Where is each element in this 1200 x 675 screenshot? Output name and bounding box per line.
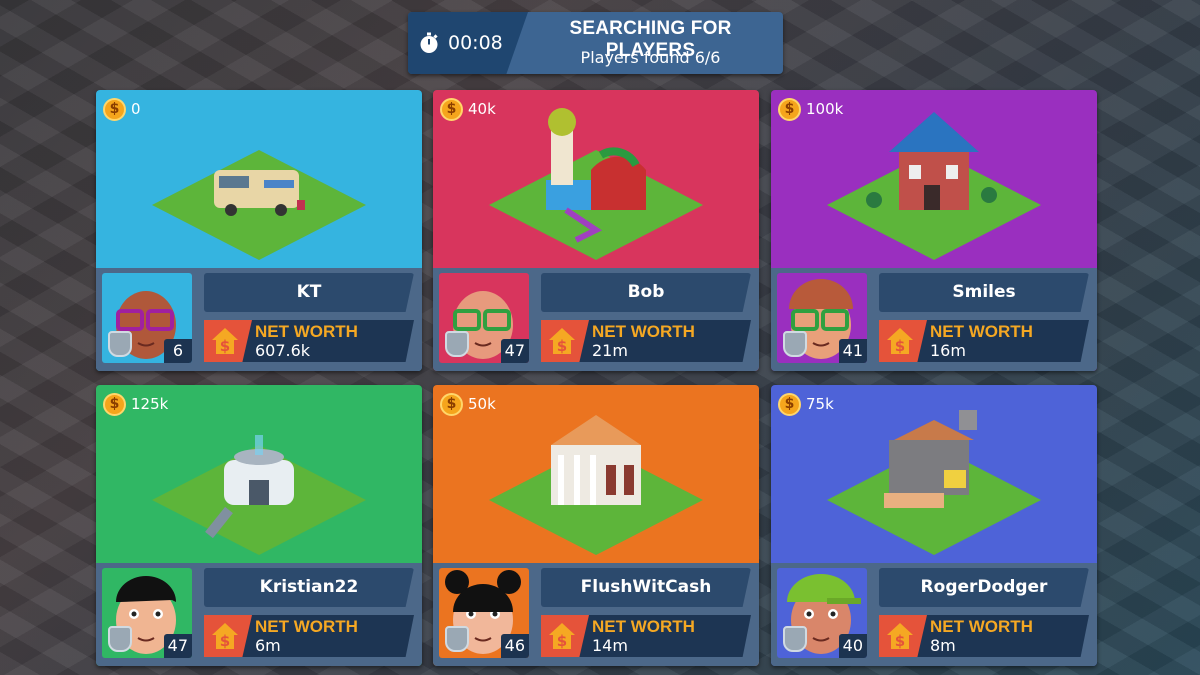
- coin-icon: $: [778, 393, 801, 416]
- player-info-panel: 47 Kristian22 $ NET WORTH 6m: [96, 563, 422, 666]
- net-worth-bar: $ NET WORTH 14m: [541, 615, 751, 657]
- svg-text:$: $: [557, 337, 567, 355]
- player-info-panel: 6 KT $ NET WORTH 607.6k: [96, 268, 422, 371]
- league-emblem-icon: [445, 626, 469, 652]
- net-worth-house-icon: $: [204, 615, 252, 657]
- league-emblem-icon: [783, 626, 807, 652]
- net-worth-value: 8m: [930, 636, 956, 655]
- net-worth-value: 21m: [592, 341, 628, 360]
- net-worth-label: NET WORTH: [255, 322, 358, 341]
- net-worth-label: NET WORTH: [930, 617, 1033, 636]
- coin-icon: $: [103, 98, 126, 121]
- net-worth-value: 14m: [592, 636, 628, 655]
- net-worth-house-icon: $: [541, 320, 589, 362]
- players-found: Players found 6/6: [580, 48, 721, 67]
- coin-balance: 125k: [131, 395, 169, 413]
- net-worth-house-icon: $: [204, 320, 252, 362]
- player-level: 47: [500, 339, 529, 363]
- stopwatch-icon: [420, 32, 438, 53]
- net-worth-bar: $ NET WORTH 8m: [879, 615, 1089, 657]
- player-info-panel: 47 Bob $ NET WORTH 21m: [433, 268, 759, 371]
- player-card: $ 125k 47 Kristian22 $ NET WORTH 6m: [96, 385, 422, 666]
- player-name: Bob: [541, 273, 751, 312]
- net-worth-house-icon: $: [879, 615, 927, 657]
- coin-balance: 50k: [468, 395, 496, 413]
- net-worth-house-icon: $: [879, 320, 927, 362]
- building-scene-camper-van: [152, 150, 366, 260]
- player-info-panel: 46 FlushWitCash $ NET WORTH 14m: [433, 563, 759, 666]
- net-worth-value: 607.6k: [255, 341, 311, 360]
- league-emblem-icon: [108, 331, 132, 357]
- player-level: 46: [500, 634, 529, 658]
- building-bank: [551, 415, 641, 505]
- league-emblem-icon: [445, 331, 469, 357]
- avatar: 6: [102, 273, 192, 363]
- player-info-panel: 41 Smiles $ NET WORTH 16m: [771, 268, 1097, 371]
- player-name: Smiles: [879, 273, 1089, 312]
- player-name: RogerDodger: [879, 568, 1089, 607]
- player-name: FlushWitCash: [541, 568, 751, 607]
- player-card: $ 75k 40 RogerDodger $ NET WORTH 8m: [771, 385, 1097, 666]
- svg-text:$: $: [895, 337, 905, 355]
- player-card: $ 0 6 KT $ NET WORTH 607.6k: [96, 90, 422, 371]
- avatar: 40: [777, 568, 867, 658]
- player-name: KT: [204, 273, 414, 312]
- avatar: 41: [777, 273, 867, 363]
- avatar: 46: [439, 568, 529, 658]
- svg-text:$: $: [895, 632, 905, 650]
- coin-icon: $: [778, 98, 801, 121]
- matchmaking-banner: 00:08 SEARCHING FOR PLAYERS Players foun…: [408, 12, 783, 74]
- league-emblem-icon: [783, 331, 807, 357]
- svg-text:$: $: [557, 632, 567, 650]
- coin-icon: $: [440, 393, 463, 416]
- countdown-timer: 00:08: [448, 32, 503, 54]
- net-worth-label: NET WORTH: [592, 322, 695, 341]
- coin-icon: $: [103, 393, 126, 416]
- net-worth-label: NET WORTH: [930, 322, 1033, 341]
- net-worth-value: 16m: [930, 341, 966, 360]
- building-stone-tower: [884, 410, 977, 508]
- net-worth-bar: $ NET WORTH 6m: [204, 615, 414, 657]
- player-level: 6: [164, 339, 192, 363]
- net-worth-house-icon: $: [541, 615, 589, 657]
- coin-balance: 40k: [468, 100, 496, 118]
- svg-text:$: $: [220, 632, 230, 650]
- coin-balance: 100k: [806, 100, 844, 118]
- net-worth-label: NET WORTH: [255, 617, 358, 636]
- coin-balance: 0: [131, 100, 141, 118]
- net-worth-bar: $ NET WORTH 607.6k: [204, 320, 414, 362]
- svg-text:$: $: [220, 337, 230, 355]
- player-card: $ 50k 46 FlushWitCash $ NET WORTH 14m: [433, 385, 759, 666]
- player-level: 40: [838, 634, 867, 658]
- net-worth-label: NET WORTH: [592, 617, 695, 636]
- net-worth-bar: $ NET WORTH 16m: [879, 320, 1089, 362]
- player-level: 41: [838, 339, 867, 363]
- avatar: 47: [439, 273, 529, 363]
- avatar: 47: [102, 568, 192, 658]
- net-worth-value: 6m: [255, 636, 281, 655]
- player-card: $ 100k 41 Smiles $ NET WORTH 16m: [771, 90, 1097, 371]
- player-level: 47: [163, 634, 192, 658]
- player-info-panel: 40 RogerDodger $ NET WORTH 8m: [771, 563, 1097, 666]
- league-emblem-icon: [108, 626, 132, 652]
- player-name: Kristian22: [204, 568, 414, 607]
- coin-balance: 75k: [806, 395, 834, 413]
- player-card: $ 40k 47 Bob $ NET WORTH 21m: [433, 90, 759, 371]
- coin-icon: $: [440, 98, 463, 121]
- net-worth-bar: $ NET WORTH 21m: [541, 320, 751, 362]
